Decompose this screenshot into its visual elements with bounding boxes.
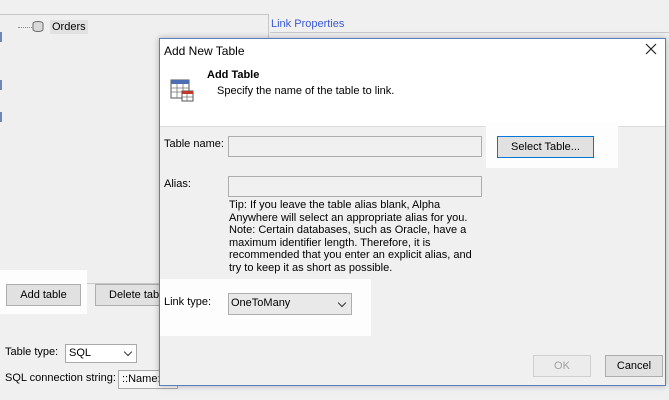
link-type-select[interactable]: OneToMany (228, 293, 352, 315)
select-table-button[interactable]: Select Table... (497, 136, 594, 158)
ok-button[interactable]: OK (533, 355, 591, 377)
header-subtitle: Specify the name of the table to link. (217, 85, 395, 97)
add-table-button[interactable]: Add table (6, 284, 81, 306)
table-type-select[interactable]: SQL (65, 344, 137, 363)
table-link-icon (170, 79, 194, 102)
tree-item-orders[interactable]: Orders (50, 20, 88, 34)
alias-label: Alias: (164, 178, 191, 190)
add-new-table-dialog: Add New Table Add Table Specify the name… (159, 38, 666, 386)
link-type-label: Link type: (164, 296, 212, 308)
table-type-value: SQL (69, 347, 92, 359)
header-title: Add Table (207, 69, 260, 81)
link-properties-heading: Link Properties (271, 18, 345, 30)
cancel-button[interactable]: Cancel (605, 355, 663, 377)
dialog-header: Add Table Specify the name of the table … (160, 61, 665, 127)
tree-connector (18, 27, 32, 28)
dialog-titlebar[interactable]: Add New Table (160, 39, 665, 61)
chevron-down-icon (123, 347, 133, 357)
side-marker (0, 32, 2, 42)
table-name-input[interactable] (228, 136, 482, 157)
database-icon (32, 21, 44, 32)
link-type-value: OneToMany (231, 297, 291, 309)
chevron-down-icon (337, 298, 347, 308)
side-marker (0, 112, 2, 122)
dialog-title: Add New Table (164, 44, 245, 58)
side-marker (0, 80, 2, 90)
alias-input[interactable] (228, 176, 482, 197)
close-icon[interactable] (643, 41, 659, 57)
table-type-label: Table type: (5, 346, 59, 358)
table-name-label: Table name: (164, 138, 224, 150)
sql-connection-label: SQL connection string: (5, 372, 116, 384)
alias-tip-text: Tip: If you leave the table alias blank,… (229, 199, 472, 274)
